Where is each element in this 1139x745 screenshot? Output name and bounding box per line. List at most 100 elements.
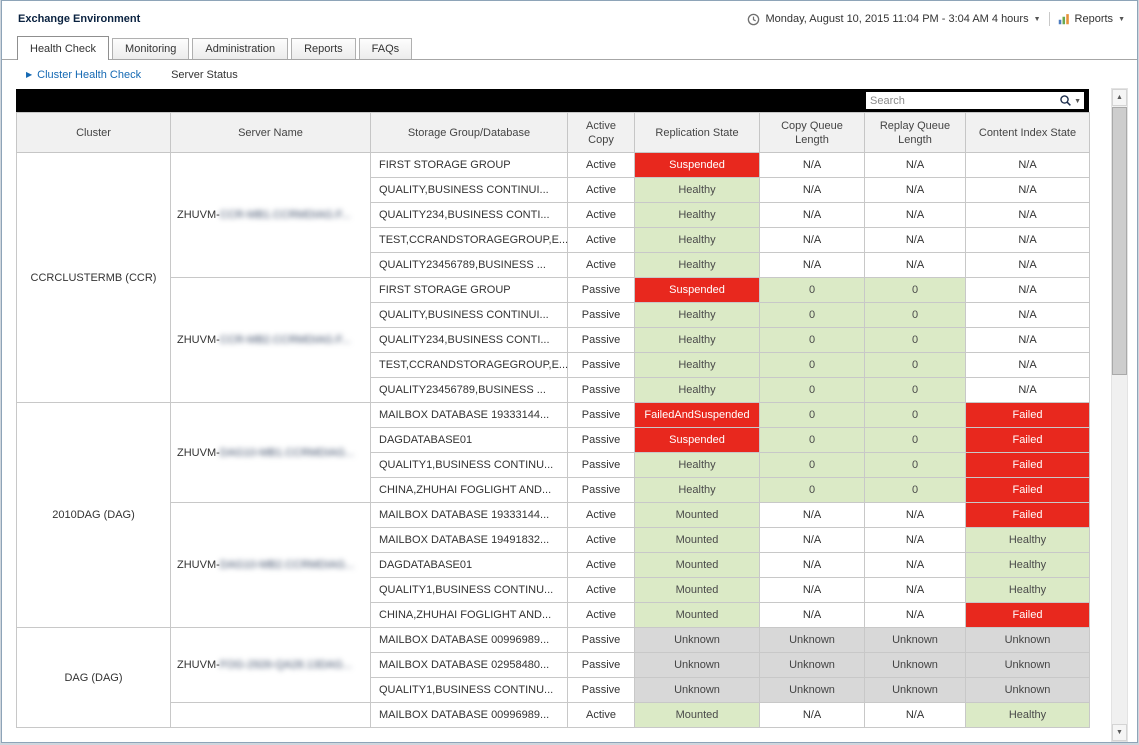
storage-group-cell: MAILBOX DATABASE 02958480... [371,653,568,678]
storage-group-cell: TEST,CCRANDSTORAGEGROUP,E... [371,228,568,253]
tab-faqs[interactable]: FAQs [359,38,413,59]
server-name-redacted: DAG10-MB2.CCRMDIAG... [220,559,354,571]
table-row: DAG (DAG)ZHUVM-FOG-2926-QA28.13DAG...MAI… [17,628,1090,653]
replay-queue-cell: N/A [865,503,966,528]
content-index-cell: N/A [966,178,1090,203]
replay-queue-cell: Unknown [865,628,966,653]
storage-group-cell: MAILBOX DATABASE 00996989... [371,628,568,653]
tab-administration[interactable]: Administration [192,38,288,59]
server-name-cell: ZHUVM-DAG10-MB1.CCRMDIAG... [171,403,371,503]
column-header-storage-group[interactable]: Storage Group/Database [371,113,568,153]
replication-state-cell: Mounted [635,703,760,728]
header-divider [1049,12,1050,26]
copy-queue-cell: N/A [760,153,865,178]
subnav-cluster-health-check-label: Cluster Health Check [37,69,141,81]
content-index-cell: Unknown [966,653,1090,678]
active-copy-cell: Active [568,228,635,253]
replay-queue-cell: N/A [865,228,966,253]
column-header-replication-state[interactable]: Replication State [635,113,760,153]
reports-menu[interactable]: Reports ▼ [1058,13,1125,25]
tab-reports[interactable]: Reports [291,38,356,59]
subnav-server-status[interactable]: Server Status [171,69,238,81]
active-copy-cell: Passive [568,428,635,453]
column-header-replay-queue-length[interactable]: Replay Queue Length [865,113,966,153]
search-input[interactable] [866,95,1059,107]
table-row: ZHUVM-CCR-MB2.CCRMDIAG.F...FIRST STORAGE… [17,278,1090,303]
storage-group-cell: MAILBOX DATABASE 19333144... [371,403,568,428]
replay-queue-cell: N/A [865,553,966,578]
copy-queue-cell: Unknown [760,678,865,703]
tab-monitoring[interactable]: Monitoring [112,38,189,59]
replication-state-cell: Unknown [635,628,760,653]
copy-queue-cell: N/A [760,578,865,603]
tab-health-check[interactable]: Health Check [17,36,109,60]
replication-state-cell: Suspended [635,153,760,178]
time-range-selector[interactable]: Monday, August 10, 2015 11:04 PM - 3:04 … [747,13,1040,26]
replay-queue-cell: N/A [865,153,966,178]
content-index-cell: Failed [966,453,1090,478]
scrollbar-down-arrow-icon[interactable]: ▼ [1112,724,1127,741]
storage-group-cell: TEST,CCRANDSTORAGEGROUP,E... [371,353,568,378]
storage-group-cell: MAILBOX DATABASE 19491832... [371,528,568,553]
content-index-cell: Failed [966,403,1090,428]
replay-queue-cell: Unknown [865,678,966,703]
health-check-table: Cluster Server Name Storage Group/Databa… [16,112,1090,728]
replication-state-cell: Healthy [635,453,760,478]
active-copy-cell: Passive [568,403,635,428]
active-copy-cell: Active [568,503,635,528]
copy-queue-cell: N/A [760,203,865,228]
server-name-prefix: ZHUVM- [177,447,220,459]
active-copy-cell: Passive [568,328,635,353]
copy-queue-cell: Unknown [760,628,865,653]
replay-queue-cell: 0 [865,303,966,328]
search-icon[interactable] [1059,94,1072,107]
active-copy-cell: Passive [568,453,635,478]
copy-queue-cell: Unknown [760,653,865,678]
replication-state-cell: Healthy [635,303,760,328]
column-header-server-name[interactable]: Server Name [171,113,371,153]
column-header-cluster[interactable]: Cluster [17,113,171,153]
column-header-content-index-state[interactable]: Content Index State [966,113,1090,153]
column-header-copy-queue-length[interactable]: Copy Queue Length [760,113,865,153]
replication-state-cell: Healthy [635,328,760,353]
search-options-caret-icon[interactable]: ▼ [1074,97,1081,105]
copy-queue-cell: N/A [760,528,865,553]
vertical-scrollbar[interactable]: ▲ ▼ [1111,88,1128,742]
replication-state-cell: Healthy [635,353,760,378]
table-header-row: Cluster Server Name Storage Group/Databa… [17,113,1090,153]
active-copy-cell: Passive [568,378,635,403]
replay-queue-cell: N/A [865,253,966,278]
storage-group-cell: QUALITY1,BUSINESS CONTINU... [371,678,568,703]
replication-state-cell: Healthy [635,203,760,228]
storage-group-cell: QUALITY23456789,BUSINESS ... [371,378,568,403]
replication-state-cell: Mounted [635,603,760,628]
replication-state-cell: Mounted [635,578,760,603]
scrollbar-up-arrow-icon[interactable]: ▲ [1112,89,1127,106]
replay-queue-cell: 0 [865,453,966,478]
server-name-cell: ZHUVM-CCR-MB2.CCRMDIAG.F... [171,278,371,403]
active-copy-cell: Active [568,578,635,603]
copy-queue-cell: 0 [760,478,865,503]
active-copy-cell: Active [568,153,635,178]
copy-queue-cell: N/A [760,503,865,528]
replication-state-cell: Suspended [635,428,760,453]
copy-queue-cell: 0 [760,303,865,328]
active-copy-cell: Passive [568,653,635,678]
table-row: 2010DAG (DAG)ZHUVM-DAG10-MB1.CCRMDIAG...… [17,403,1090,428]
server-name-redacted: CCR-MB2.CCRMDIAG.F... [220,334,351,346]
active-copy-cell: Passive [568,678,635,703]
active-copy-cell: Active [568,603,635,628]
subnav-cluster-health-check[interactable]: ▶ Cluster Health Check [26,69,141,81]
server-name-redacted: DAG10-MB1.CCRMDIAG... [220,447,354,459]
server-name-cell [171,703,371,728]
server-name-prefix: ZHUVM- [177,659,220,671]
table-row: CCRCLUSTERMB (CCR)ZHUVM-CCR-MB1.CCRMDIAG… [17,153,1090,178]
active-copy-cell: Active [568,553,635,578]
scrollbar-thumb[interactable] [1112,107,1127,375]
storage-group-cell: QUALITY23456789,BUSINESS ... [371,253,568,278]
cluster-name-cell: 2010DAG (DAG) [17,403,171,628]
column-header-active-copy[interactable]: Active Copy [568,113,635,153]
content-index-cell: N/A [966,303,1090,328]
server-name-cell: ZHUVM-DAG10-MB2.CCRMDIAG... [171,503,371,628]
replay-queue-cell: 0 [865,428,966,453]
